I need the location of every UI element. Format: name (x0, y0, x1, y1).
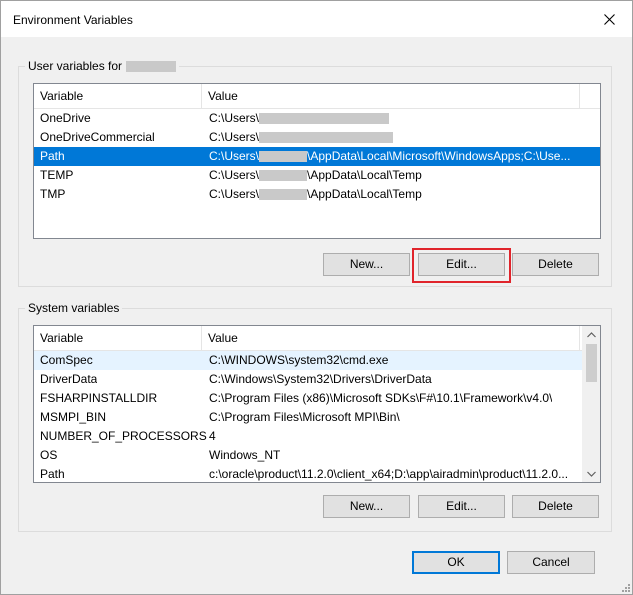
redacted-username (126, 60, 177, 72)
user-variables-label: User variables for (28, 59, 123, 73)
system-var-row[interactable]: ComSpec C:\WINDOWS\system32\cmd.exe (34, 351, 583, 370)
user-var-row[interactable]: OneDrive C:\Users\ (34, 109, 600, 128)
user-var-value: C:\Users\ (209, 149, 260, 163)
system-var-name: MSMPI_BIN (40, 410, 107, 424)
column-header-variable[interactable]: Variable (34, 84, 202, 108)
scroll-down-button[interactable] (583, 465, 600, 482)
user-variables-list[interactable]: Variable Value OneDrive C:\Users\ OneDri… (33, 83, 601, 239)
scroll-up-button[interactable] (583, 326, 600, 343)
scroll-thumb[interactable] (586, 344, 597, 382)
system-variables-list[interactable]: Variable Value ComSpec C:\WINDOWS\system… (33, 325, 601, 483)
edit-button-highlight (412, 248, 511, 283)
user-var-value: C:\Users\ (209, 168, 260, 182)
system-var-value: c:\oracle\product\11.2.0\client_x64;D:\a… (209, 467, 569, 481)
user-var-value-suffix: \AppData\Local\Temp (307, 187, 422, 201)
redacted-value (259, 151, 308, 163)
column-header-variable[interactable]: Variable (34, 326, 202, 350)
system-var-row[interactable]: NUMBER_OF_PROCESSORS 4 (34, 427, 583, 446)
system-var-row[interactable]: DriverData C:\Windows\System32\Drivers\D… (34, 370, 583, 389)
chevron-up-icon (587, 331, 596, 337)
system-var-name: NUMBER_OF_PROCESSORS (40, 429, 207, 443)
system-delete-button[interactable]: Delete (512, 495, 599, 518)
system-var-name: OS (40, 448, 58, 462)
user-var-name: OneDrive (40, 111, 91, 125)
close-button[interactable] (586, 1, 632, 37)
close-icon (603, 13, 615, 25)
system-var-row[interactable]: MSMPI_BIN C:\Program Files\Microsoft MPI… (34, 408, 583, 427)
user-list-header: Variable Value (34, 84, 600, 109)
user-var-row-selected[interactable]: Path C:\Users\ \AppData\Local\Microsoft\W… (34, 147, 600, 166)
system-var-value: 4 (209, 429, 216, 443)
user-var-value: C:\Users\ (209, 111, 260, 125)
system-var-name: Path (40, 467, 65, 481)
system-list-scrollbar[interactable] (582, 326, 600, 482)
column-header-value[interactable]: Value (202, 326, 580, 350)
system-var-value: C:\Windows\System32\Drivers\DriverData (209, 372, 432, 386)
system-variables-legend: System variables (25, 301, 123, 315)
resize-grip-icon[interactable] (619, 581, 631, 593)
system-var-row[interactable]: Path c:\oracle\product\11.2.0\client_x64… (34, 465, 583, 482)
user-var-value: C:\Users\ (209, 187, 260, 201)
system-var-row[interactable]: FSHARPINSTALLDIR C:\Program Files (x86)\… (34, 389, 583, 408)
user-variables-legend: User variables for (25, 59, 180, 73)
cancel-button[interactable]: Cancel (507, 551, 595, 574)
user-var-value-suffix: \AppData\Local\Microsoft\WindowsApps;C:\… (307, 149, 571, 163)
ok-button[interactable]: OK (412, 551, 500, 574)
redacted-value (259, 113, 390, 125)
user-var-row[interactable]: TMP C:\Users\ \AppData\Local\Temp (34, 185, 600, 204)
user-var-name: Path (40, 149, 65, 163)
user-delete-button[interactable]: Delete (512, 253, 599, 276)
system-var-name: FSHARPINSTALLDIR (40, 391, 158, 405)
system-edit-button[interactable]: Edit... (418, 495, 505, 518)
column-header-value[interactable]: Value (202, 84, 580, 108)
system-var-name: ComSpec (40, 353, 93, 367)
user-var-name: OneDriveCommercial (40, 130, 155, 144)
title-bar: Environment Variables (1, 1, 632, 37)
user-var-row[interactable]: OneDriveCommercial C:\Users\ (34, 128, 600, 147)
user-new-button[interactable]: New... (323, 253, 410, 276)
system-list-header: Variable Value (34, 326, 600, 351)
environment-variables-dialog: Environment Variables User variables for… (0, 0, 633, 595)
system-var-row[interactable]: OS Windows_NT (34, 446, 583, 465)
user-var-value: C:\Users\ (209, 130, 260, 144)
system-var-value: Windows_NT (209, 448, 281, 462)
user-var-value-suffix: \AppData\Local\Temp (307, 168, 422, 182)
user-var-row[interactable]: TEMP C:\Users\ \AppData\Local\Temp (34, 166, 600, 185)
system-var-value: C:\Program Files (x86)\Microsoft SDKs\F#… (209, 391, 553, 405)
system-new-button[interactable]: New... (323, 495, 410, 518)
window-title: Environment Variables (13, 13, 133, 27)
user-var-name: TEMP (40, 168, 74, 182)
redacted-value (259, 189, 308, 201)
system-var-value: C:\WINDOWS\system32\cmd.exe (209, 353, 389, 367)
redacted-value (259, 170, 308, 182)
chevron-down-icon (587, 471, 596, 477)
redacted-value (259, 132, 394, 144)
system-var-name: DriverData (40, 372, 98, 386)
system-var-value: C:\Program Files\Microsoft MPI\Bin\ (209, 410, 400, 424)
user-var-name: TMP (40, 187, 66, 201)
system-variables-label: System variables (28, 301, 120, 315)
